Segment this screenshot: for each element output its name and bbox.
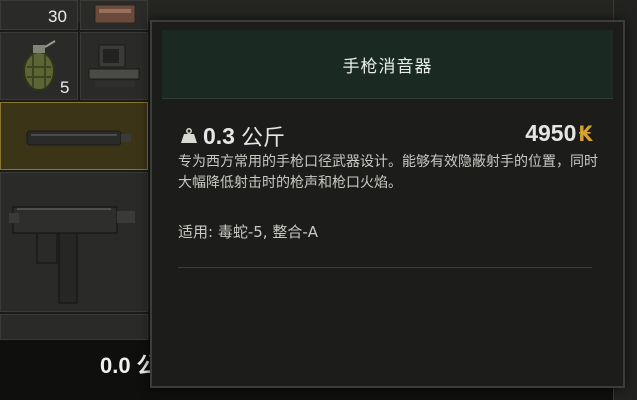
inventory-slot-silencer[interactable] [0, 102, 148, 170]
inventory-slot-box[interactable] [80, 0, 148, 30]
item-name: 手枪消音器 [342, 56, 433, 77]
silencer-icon [26, 130, 131, 146]
inventory-slot-sight[interactable] [80, 32, 148, 100]
red-dot-sight-icon [88, 44, 140, 87]
currency-icon: ₭ [578, 121, 593, 146]
tooltip-header: 手枪消音器 [162, 30, 613, 99]
divider [178, 267, 592, 268]
weight-unit: 公斤 [240, 126, 285, 151]
inventory-slot-ammo[interactable]: 30 [0, 0, 78, 30]
compatible-weapons: 适用: 毒蛇-5, 整合-A [178, 223, 318, 241]
price-row: 4950 ₭ [525, 120, 593, 147]
inventory-slot-smg[interactable] [0, 172, 148, 312]
grenade-icon [23, 40, 56, 91]
item-tooltip: 手枪消音器 0.3 公斤 4950 ₭ 专为西方常用的手枪口径武器设计。能够有效… [150, 20, 625, 388]
inventory-slot-grenade[interactable]: 5 [0, 32, 78, 100]
item-description: 专为西方常用的手枪口径武器设计。能够有效隐蔽射手的位置，同时大幅降低射击时的枪声… [178, 154, 598, 191]
price-value: 4950 [525, 120, 577, 146]
weight-icon [181, 128, 197, 143]
medkit-icon [94, 4, 136, 24]
slot-count: 5 [60, 78, 70, 97]
inventory-slot-empty[interactable] [0, 314, 148, 340]
weight-row: 0.3 公斤 [180, 120, 285, 152]
weight-value: 0.3 [203, 122, 235, 149]
smg-icon [9, 206, 135, 304]
slot-count: 30 [48, 7, 67, 26]
